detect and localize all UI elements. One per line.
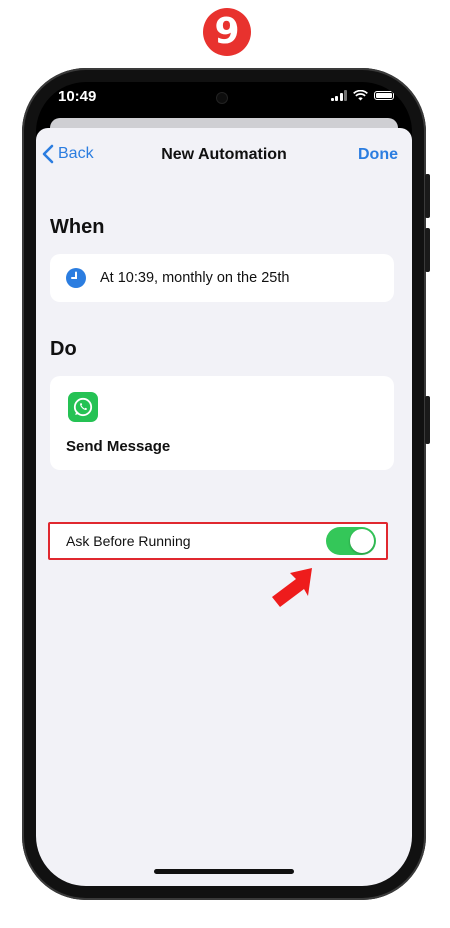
status-time: 10:49 [58, 88, 97, 105]
when-heading: When [50, 216, 105, 238]
wifi-icon [353, 90, 368, 101]
volume-down-button [425, 228, 430, 272]
trigger-card[interactable]: At 10:39, monthly on the 25th [50, 254, 394, 302]
volume-up-button [425, 174, 430, 218]
action-card[interactable]: Send Message [50, 376, 394, 470]
phone-screen: 10:49 Back New Automation Done When At 1… [36, 82, 412, 886]
pointer-arrow-icon [272, 568, 312, 607]
navigation-bar: Back New Automation Done [36, 128, 412, 184]
status-icons [330, 90, 394, 101]
clock-icon [66, 268, 86, 288]
step-number-badge: 9 [203, 8, 251, 56]
toggle-knob [350, 529, 374, 553]
phone-frame: 10:49 Back New Automation Done When At 1… [22, 68, 430, 900]
ask-before-running-row: Ask Before Running [48, 522, 388, 560]
status-bar: 10:49 [36, 82, 412, 120]
battery-icon [374, 91, 394, 100]
front-camera [217, 93, 227, 103]
do-heading: Do [50, 338, 77, 360]
done-button[interactable]: Done [358, 146, 398, 164]
whatsapp-icon [68, 392, 98, 422]
signal-icon [330, 90, 347, 101]
ask-before-running-label: Ask Before Running [66, 533, 191, 549]
home-indicator [154, 869, 294, 874]
automation-sheet: Back New Automation Done When At 10:39, … [36, 128, 412, 886]
power-button [425, 396, 430, 444]
trigger-text: At 10:39, monthly on the 25th [100, 270, 290, 286]
action-label: Send Message [66, 438, 171, 455]
ask-before-running-toggle[interactable] [326, 527, 376, 555]
page-title: New Automation [161, 146, 287, 163]
